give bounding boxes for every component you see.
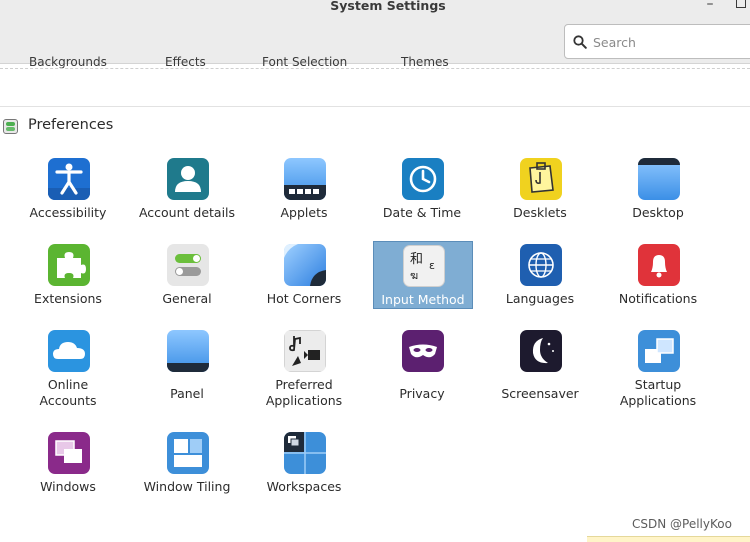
item-label: Windows: [40, 479, 96, 494]
accessibility-icon: [48, 158, 90, 200]
item-label: Notifications: [618, 291, 698, 306]
hot-corners-icon: [284, 244, 326, 286]
settings-item-screensaver[interactable]: Screensaver: [481, 330, 599, 414]
applets-icon: [284, 158, 326, 200]
settings-item-desklets[interactable]: Desklets: [481, 158, 599, 242]
divider: [0, 68, 750, 69]
settings-item-desktop[interactable]: Desktop: [599, 158, 717, 242]
section-title: Preferences: [28, 117, 114, 133]
input-method-glyph: ε: [429, 259, 435, 272]
workspaces-icon: [284, 432, 326, 474]
minimize-button[interactable]: –: [703, 0, 717, 11]
search-icon: [573, 35, 587, 49]
minimize-icon: –: [706, 0, 714, 12]
general-icon: [167, 244, 209, 286]
settings-item-panel[interactable]: Panel: [128, 330, 246, 414]
item-label-line: Applications: [619, 393, 697, 408]
languages-icon: [520, 244, 562, 286]
item-label: Startup Applications: [593, 377, 723, 409]
settings-item-account-details[interactable]: Account details: [128, 158, 246, 242]
panel-icon: [167, 330, 209, 372]
settings-item-general[interactable]: General: [128, 244, 246, 328]
font-selection-label[interactable]: Font Selection: [262, 56, 347, 68]
input-method-glyph: ฆ: [410, 269, 419, 282]
item-label: Account details: [138, 205, 236, 220]
screensaver-icon: [520, 330, 562, 372]
item-label: Date & Time: [382, 205, 462, 220]
windows-icon: [48, 432, 90, 474]
date-time-icon: [402, 158, 444, 200]
previous-section-labels: Backgrounds Effects Font Selection Theme…: [0, 56, 750, 68]
item-label: General: [162, 291, 212, 306]
settings-item-input-method[interactable]: 和 ฆ ε Input Method: [373, 241, 473, 309]
settings-item-online-accounts[interactable]: Online Accounts: [9, 330, 127, 414]
item-label: Input Method: [381, 292, 465, 307]
watermark: CSDN @PellyKoo: [632, 517, 732, 531]
item-label: Extensions: [34, 291, 102, 306]
item-label-line: Accounts: [39, 393, 97, 408]
settings-item-accessibility[interactable]: Accessibility: [9, 158, 127, 242]
item-label: Accessibility: [29, 205, 107, 220]
extensions-icon: [48, 244, 90, 286]
settings-item-startup-applications[interactable]: Startup Applications: [599, 330, 717, 414]
maximize-button[interactable]: [734, 0, 748, 11]
item-label: Applets: [280, 205, 328, 220]
settings-item-windows[interactable]: Windows: [9, 432, 127, 516]
settings-item-applets[interactable]: Applets: [245, 158, 363, 242]
item-label-line: Applications: [265, 393, 343, 408]
search-box[interactable]: [564, 24, 750, 59]
notification-strip: [587, 536, 750, 542]
account-details-icon: [167, 158, 209, 200]
item-label-line: Startup: [634, 377, 682, 392]
item-label: Panel: [170, 386, 204, 401]
input-method-glyph: 和: [410, 252, 424, 267]
item-label: Workspaces: [266, 479, 342, 494]
settings-item-date-time[interactable]: Date & Time: [363, 158, 481, 242]
item-label-line: Preferred: [275, 377, 333, 392]
window-tiling-icon: [167, 432, 209, 474]
item-label-line: Online: [47, 377, 89, 392]
item-label: Privacy: [399, 386, 445, 401]
settings-item-hot-corners[interactable]: Hot Corners: [245, 244, 363, 328]
themes-label[interactable]: Themes: [401, 56, 449, 68]
preferred-applications-icon: [284, 330, 326, 372]
settings-item-notifications[interactable]: Notifications: [599, 244, 717, 328]
item-label: Desklets: [513, 205, 567, 220]
desktop-icon: [638, 158, 680, 200]
divider: [0, 106, 750, 107]
search-input[interactable]: [593, 32, 743, 52]
settings-item-extensions[interactable]: Extensions: [9, 244, 127, 328]
online-accounts-icon: [48, 330, 90, 372]
item-label: Desktop: [632, 205, 684, 220]
item-label: Window Tiling: [143, 479, 231, 494]
item-label: Online Accounts: [3, 377, 133, 409]
input-method-icon: 和 ฆ ε: [403, 245, 445, 287]
privacy-icon: [402, 330, 444, 372]
window-title: System Settings: [330, 0, 446, 13]
backgrounds-label[interactable]: Backgrounds: [29, 56, 107, 68]
startup-applications-icon: [638, 330, 680, 372]
settings-item-window-tiling[interactable]: Window Tiling: [128, 432, 246, 516]
settings-item-languages[interactable]: Languages: [481, 244, 599, 328]
maximize-icon: [736, 0, 746, 8]
item-label: Hot Corners: [266, 291, 342, 306]
desklets-icon: [520, 158, 562, 200]
settings-item-workspaces[interactable]: Workspaces: [245, 432, 363, 516]
notifications-icon: [638, 244, 680, 286]
preferences-icon: [3, 119, 18, 134]
title-bar: System Settings –: [0, 0, 750, 64]
item-label: Languages: [505, 291, 575, 306]
settings-item-privacy[interactable]: Privacy: [363, 330, 481, 414]
item-label: Screensaver: [501, 386, 579, 401]
effects-label[interactable]: Effects: [165, 56, 206, 68]
item-label: Preferred Applications: [239, 377, 369, 409]
settings-item-preferred-applications[interactable]: Preferred Applications: [245, 330, 363, 414]
